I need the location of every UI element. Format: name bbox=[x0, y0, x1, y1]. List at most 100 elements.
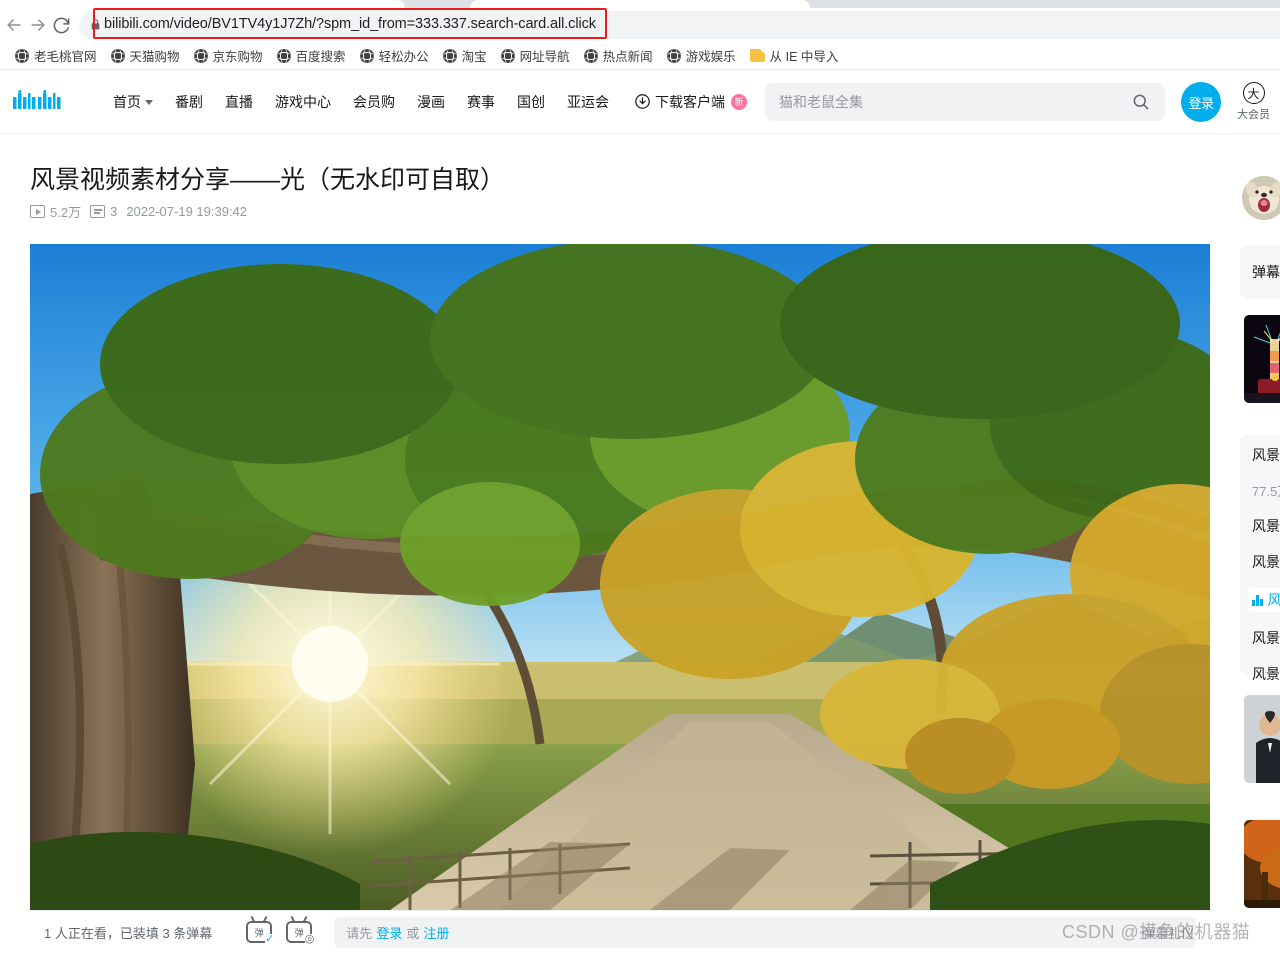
globe-icon bbox=[110, 48, 125, 63]
bookmark-item[interactable]: 网址导航 bbox=[494, 44, 577, 67]
sidebar-list-item[interactable]: 风景视频素材分享 bbox=[1252, 628, 1280, 648]
nav-item-label: 漫画 bbox=[417, 93, 445, 110]
bookmark-label: 游戏娱乐 bbox=[685, 50, 736, 64]
sidebar-video-list: 风景视频素材分享——光（无水印可自取）77.5万播放风景视频素材分享风景视频素材… bbox=[1240, 435, 1280, 682]
danmaku-list-label: 弹幕列表 bbox=[1252, 264, 1280, 280]
globe-icon bbox=[666, 48, 681, 63]
play-count-icon bbox=[30, 205, 45, 218]
bookmark-label: 京东购物 bbox=[212, 50, 263, 64]
login-button[interactable]: 登录 bbox=[1181, 82, 1221, 122]
nav-item-3[interactable]: 游戏中心 bbox=[264, 92, 342, 112]
sidebar-list-text: 风景视频素材分享 bbox=[1252, 630, 1280, 646]
danmaku-etiquette-label[interactable]: 弹幕礼仪 bbox=[1142, 923, 1194, 942]
download-icon bbox=[635, 94, 650, 109]
nav-item-8[interactable]: 亚运会 bbox=[556, 92, 620, 112]
nav-item-6[interactable]: 赛事 bbox=[456, 92, 506, 112]
nav-item-label: 番剧 bbox=[175, 93, 203, 110]
fireworks-thumbnail bbox=[1244, 315, 1280, 403]
chevron-down-icon bbox=[145, 100, 153, 105]
bookmark-item[interactable]: 淘宝 bbox=[436, 44, 494, 67]
danmaku-count: 3 bbox=[90, 204, 117, 219]
danmaku-list-panel: 弹幕列表 bbox=[1240, 245, 1280, 299]
gear-badge-icon: ◎ bbox=[304, 933, 315, 945]
bookmark-label: 热点新闻 bbox=[602, 50, 653, 64]
danmaku-tv-gear-icon[interactable]: 弹 ◎ bbox=[286, 921, 315, 945]
bookmark-item[interactable]: 热点新闻 bbox=[577, 44, 660, 67]
sidebar-list-text: 风景视频素材分享——光（无水印可自取） bbox=[1252, 447, 1280, 463]
sidebar-list-title[interactable]: 风景视频素材分享——光（无水印可自取） bbox=[1252, 445, 1280, 465]
vip-icon: 大 bbox=[1242, 82, 1265, 104]
search-bar[interactable]: 猫和老鼠全集 bbox=[765, 82, 1165, 121]
bookmark-label: 百度搜索 bbox=[295, 50, 346, 64]
forward-arrow-icon[interactable] bbox=[28, 10, 48, 40]
nav-item-5[interactable]: 漫画 bbox=[406, 92, 456, 112]
bookmark-label: 天猫购物 bbox=[129, 50, 180, 64]
url-highlight-box: bilibili.com/video/BV1TV4y1J7Zh/?spm_id_… bbox=[93, 8, 607, 39]
vip-label: 大会员 bbox=[1237, 109, 1270, 121]
bookmark-item[interactable]: 轻松办公 bbox=[353, 44, 436, 67]
view-count-value: 5.2万 bbox=[50, 205, 82, 220]
nav-item-4[interactable]: 会员购 bbox=[342, 92, 406, 112]
nav-item-label: 首页 bbox=[113, 93, 141, 110]
nav-item-1[interactable]: 番剧 bbox=[164, 92, 214, 112]
sidebar-thumbnail-fireworks[interactable] bbox=[1244, 315, 1280, 403]
sidebar-list-text: 风景视频素材分享 bbox=[1267, 592, 1280, 608]
danmaku-register-link[interactable]: 注册 bbox=[423, 923, 449, 942]
avatar[interactable] bbox=[1242, 176, 1280, 220]
bookmark-label: 老毛桃官网 bbox=[34, 50, 97, 64]
danmaku-count-value: 3 bbox=[110, 204, 118, 219]
playing-equalizer-icon bbox=[1252, 594, 1263, 606]
browser-tab-inactive[interactable] bbox=[470, 0, 810, 8]
back-arrow-icon[interactable] bbox=[4, 10, 24, 40]
header-right-actions: 登录 大 大会员 bbox=[1181, 70, 1270, 134]
sidebar-list-text: 风景视频素材分享 bbox=[1252, 518, 1280, 534]
danmaku-tv-check-icon[interactable]: 弹 ✓ bbox=[246, 921, 275, 945]
bookmark-label: 轻松办公 bbox=[378, 50, 429, 64]
check-badge-icon: ✓ bbox=[265, 933, 275, 945]
nav-item-label: 会员购 bbox=[353, 93, 395, 110]
sidebar-list-item[interactable]: 风景视频素材分享 bbox=[1252, 552, 1280, 572]
bookmarks-bar: 老毛桃官网 天猫购物 京东购物 百度搜索 轻松办公 淘宝 网址导航 热点新闻 游戏娱乐 从 IE … bbox=[0, 42, 1280, 70]
video-frame bbox=[30, 244, 1210, 910]
nav-item-2[interactable]: 直播 bbox=[214, 92, 264, 112]
bookmark-item[interactable]: 京东购物 bbox=[187, 44, 270, 67]
bookmark-item[interactable]: 游戏娱乐 bbox=[660, 44, 743, 67]
bookmark-label: 网址导航 bbox=[519, 50, 570, 64]
bookmark-item[interactable]: 老毛桃官网 bbox=[8, 44, 104, 67]
sidebar-list-item-active[interactable]: 风景视频素材分享 bbox=[1248, 588, 1280, 612]
danmaku-status: 1 人正在看，已装填 3 条弹幕 bbox=[44, 925, 213, 941]
bookmark-item[interactable]: 百度搜索 bbox=[270, 44, 353, 67]
sidebar-list-subtext: 77.5万播放 bbox=[1252, 481, 1280, 500]
nav-item-0[interactable]: 首页 bbox=[102, 92, 164, 112]
site-nav: 首页 番剧 直播 游戏中心 会员购 漫画 赛事 国创 亚运会 bbox=[102, 92, 620, 112]
vip-entry[interactable]: 大 大会员 bbox=[1237, 82, 1270, 122]
video-player[interactable] bbox=[30, 244, 1210, 910]
sidebar-list-item[interactable]: 风景视频素材分享 bbox=[1252, 664, 1280, 684]
bookmark-item[interactable]: 天猫购物 bbox=[104, 44, 187, 67]
suits-men-thumbnail bbox=[1244, 695, 1280, 783]
danmaku-input[interactable]: 请先 登录 或 注册 bbox=[334, 916, 1196, 948]
nav-item-7[interactable]: 国创 bbox=[506, 92, 556, 112]
globe-icon bbox=[276, 48, 291, 63]
browser-toolbar: bilibili.com/video/BV1TV4y1J7Zh/?spm_id_… bbox=[0, 8, 1280, 42]
globe-icon bbox=[359, 48, 374, 63]
search-input[interactable]: 猫和老鼠全集 bbox=[779, 92, 1131, 112]
bilibili-logo[interactable] bbox=[12, 88, 84, 116]
sidebar-list-text: 风景视频素材分享 bbox=[1252, 666, 1280, 682]
publish-time: 2022-07-19 19:39:42 bbox=[126, 204, 248, 219]
danmaku-input-prefix: 请先 bbox=[346, 925, 373, 941]
bookmark-item[interactable]: 从 IE 中导入 bbox=[743, 44, 846, 67]
danmaku-login-link[interactable]: 登录 bbox=[376, 923, 402, 942]
uploader-avatar-image bbox=[1242, 176, 1280, 220]
download-client-button[interactable]: 下载客户端 新 bbox=[634, 92, 747, 112]
sidebar-list-item[interactable]: 风景视频素材分享 bbox=[1252, 516, 1280, 536]
browser-tab-active[interactable] bbox=[0, 0, 405, 8]
nav-item-label: 游戏中心 bbox=[275, 93, 331, 110]
globe-icon bbox=[15, 48, 29, 63]
search-icon[interactable] bbox=[1131, 92, 1151, 112]
reload-icon[interactable] bbox=[52, 10, 71, 40]
nav-item-label: 国创 bbox=[517, 93, 545, 110]
player-bottom-bar: 1 人正在看，已装填 3 条弹幕 弹 ✓ 弹 ◎ 请先 登录 或 注册 弹幕礼仪 bbox=[30, 910, 1210, 953]
sidebar-thumbnail-autumn[interactable] bbox=[1244, 820, 1280, 908]
sidebar-thumbnail-suits[interactable] bbox=[1244, 695, 1280, 783]
